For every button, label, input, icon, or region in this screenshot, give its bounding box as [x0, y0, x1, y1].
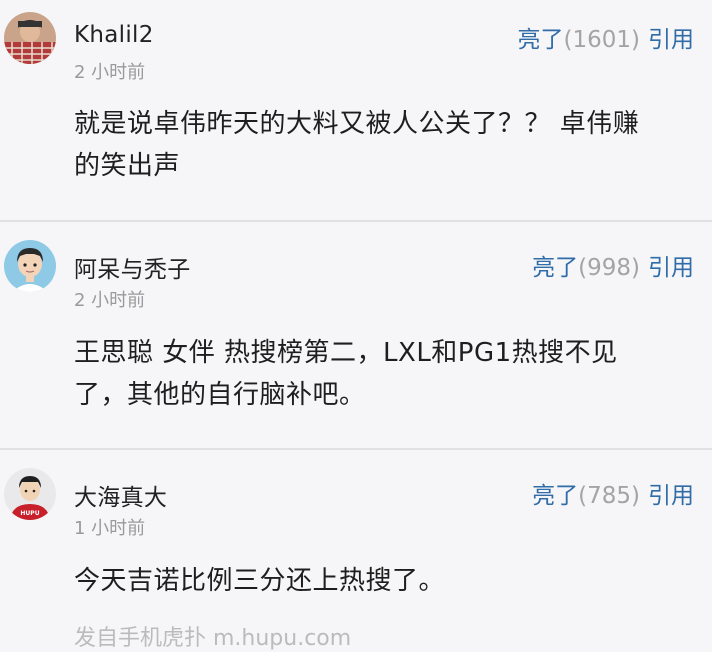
like-button[interactable]: 亮了(998)	[532, 255, 640, 281]
comment-actions: 亮了(785) 引用	[532, 476, 694, 510]
user-avatar[interactable]: HUPU	[4, 468, 56, 520]
comment-item: 阿呆与秃子 2 小时前 亮了(998) 引用 王思聪 女伴 热搜榜第二，LXL和P…	[0, 222, 712, 448]
content-line: 王思聪 女伴 热搜榜第二，LXL和PG1热搜不见	[74, 338, 618, 368]
username[interactable]: 大海真大	[74, 478, 167, 512]
comment-item: Khalil2 2 小时前 亮了(1601) 引用 就是说卓伟昨天的大料又被人公关…	[0, 0, 712, 220]
post-time: 2 小时前	[74, 290, 146, 311]
like-label: 亮了	[517, 27, 564, 53]
comment-item: HUPU 大海真大 1 小时前 亮了(785) 引用 今天吉诺比例三分还上热搜了。	[0, 450, 712, 638]
content-line: 的笑出声	[74, 151, 181, 181]
like-button[interactable]: 亮了(1601)	[518, 27, 640, 53]
username[interactable]: Khalil2	[74, 22, 154, 48]
username[interactable]: 阿呆与秃子	[74, 250, 191, 284]
content-line: 就是说卓伟昨天的大料又被人公关了？？ 卓伟赚	[74, 109, 640, 139]
avatar-hupu-text: HUPU	[20, 510, 39, 517]
user-avatar[interactable]	[4, 240, 56, 292]
like-count: (1601)	[563, 27, 640, 53]
avatar-image: HUPU	[4, 468, 56, 520]
like-label: 亮了	[532, 483, 579, 509]
like-label: 亮了	[532, 255, 579, 281]
avatar-image	[4, 12, 56, 64]
like-count: (785)	[578, 483, 640, 509]
quote-button[interactable]: 引用	[648, 255, 694, 281]
user-avatar[interactable]	[4, 12, 56, 64]
post-time: 2 小时前	[74, 62, 146, 83]
quote-button[interactable]: 引用	[648, 483, 694, 509]
source-text: 发自手机虎扑 m.hupu.com	[74, 626, 352, 651]
quote-button[interactable]: 引用	[648, 27, 694, 53]
comment-content: 就是说卓伟昨天的大料又被人公关了？？ 卓伟赚 的笑出声	[74, 103, 674, 187]
avatar-image	[4, 240, 56, 292]
comment-content: 王思聪 女伴 热搜榜第二，LXL和PG1热搜不见 了，其他的自行脑补吧。	[74, 332, 674, 416]
content-line: 了，其他的自行脑补吧。	[74, 380, 366, 410]
content-line: 今天吉诺比例三分还上热搜了。	[74, 566, 446, 596]
like-count: (998)	[578, 255, 640, 281]
post-time: 1 小时前	[74, 518, 146, 539]
comment-actions: 亮了(1601) 引用	[518, 20, 694, 54]
comment-actions: 亮了(998) 引用	[532, 248, 694, 282]
like-button[interactable]: 亮了(785)	[532, 483, 640, 509]
comment-content: 今天吉诺比例三分还上热搜了。	[74, 560, 674, 602]
